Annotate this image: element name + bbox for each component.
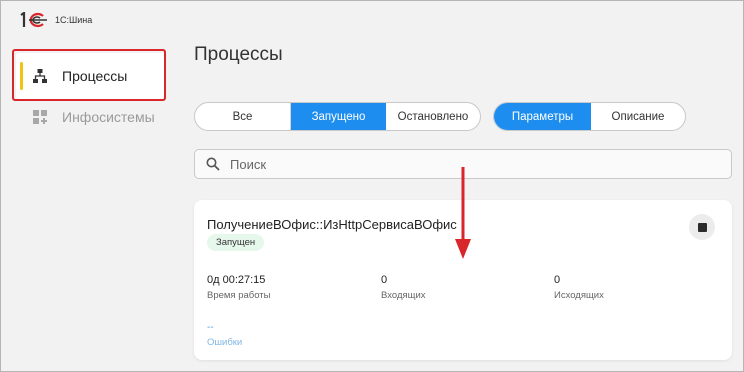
tab-parameters[interactable]: Параметры: [494, 103, 591, 130]
search-input[interactable]: [230, 156, 710, 172]
incoming-value: 0: [381, 274, 388, 286]
process-card[interactable]: ПолучениеВОфис::ИзHttpСервисаВОфис Запущ…: [194, 200, 732, 360]
filter-all-button[interactable]: Все: [195, 103, 291, 130]
sidebar-item-infosystems[interactable]: Инфосистемы: [16, 94, 166, 140]
stop-icon: [697, 222, 707, 232]
main-content: Процессы Все Запущено Остановлено Параме…: [172, 2, 744, 371]
incoming-label: Входящих: [381, 290, 426, 301]
outgoing-value: 0: [554, 274, 561, 286]
state-filter: Все Запущено Остановлено: [194, 102, 481, 131]
app-name: 1С:Шина: [55, 15, 93, 25]
search-field[interactable]: [194, 149, 732, 179]
1c-logo-icon: [20, 12, 47, 28]
sidebar-item-label: Процессы: [62, 68, 128, 84]
stop-button[interactable]: [689, 214, 715, 240]
sidebar-item-label: Инфосистемы: [62, 109, 155, 125]
sidebar-item-processes[interactable]: Процессы: [16, 53, 166, 99]
process-name: ПолучениеВОфис::ИзHttpСервисаВОфис: [207, 217, 457, 232]
status-badge: Запущен: [207, 234, 265, 251]
search-icon: [206, 157, 220, 171]
errors-label[interactable]: Ошибки: [207, 337, 242, 348]
uptime-label: Время работы: [207, 290, 271, 301]
grid-add-icon: [33, 110, 47, 124]
app-window: 1С:Шина Процессы Инфосистемы Процессы Вс…: [0, 0, 744, 372]
page-title: Процессы: [194, 44, 283, 65]
active-indicator: [20, 62, 23, 90]
view-toggle: Параметры Описание: [493, 102, 686, 131]
uptime-value: 0д 00:27:15: [207, 274, 266, 286]
filter-stopped-button[interactable]: Остановлено: [386, 103, 480, 130]
hierarchy-icon: [33, 69, 47, 83]
outgoing-label: Исходящих: [554, 290, 604, 301]
tab-description[interactable]: Описание: [591, 103, 685, 130]
app-logo[interactable]: 1С:Шина: [19, 12, 92, 28]
errors-value: --: [207, 322, 214, 333]
sidebar: 1С:Шина Процессы Инфосистемы: [2, 2, 172, 371]
filter-running-button[interactable]: Запущено: [291, 103, 386, 130]
